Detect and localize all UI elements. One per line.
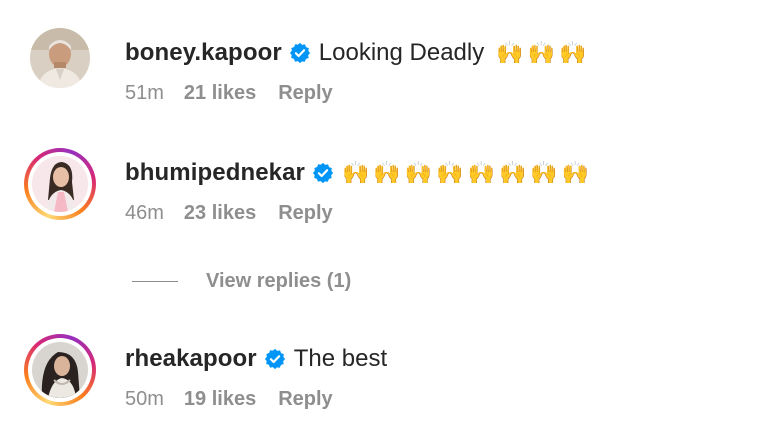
view-replies-button[interactable]: View replies (1) [132, 270, 351, 293]
comment-time[interactable]: 51m [125, 82, 164, 105]
comments-panel: boney.kapoor Looking Deadly 🙌🙌🙌 51m 21 l… [0, 0, 768, 432]
view-replies-divider [132, 281, 178, 282]
verified-badge-icon [264, 348, 285, 370]
comment-likes[interactable]: 19 likes [184, 388, 256, 411]
avatar-story-ring[interactable] [24, 148, 96, 220]
view-replies-label[interactable]: View replies (1) [206, 270, 351, 293]
reply-button[interactable]: Reply [278, 388, 332, 411]
avatar-photo [30, 28, 90, 88]
comment-likes[interactable]: 23 likes [184, 202, 256, 225]
reply-button[interactable]: Reply [278, 202, 332, 225]
comment-emojis: 🙌🙌🙌 [496, 40, 591, 65]
avatar [32, 156, 88, 212]
comment-time[interactable]: 46m [125, 202, 164, 225]
reply-button[interactable]: Reply [278, 82, 332, 105]
verified-badge-icon [289, 42, 310, 64]
avatar-story-ring[interactable] [24, 334, 96, 406]
avatar[interactable] [30, 28, 90, 88]
comment-text: Looking Deadly [318, 39, 485, 66]
avatar-photo [32, 156, 88, 212]
avatar [32, 342, 88, 398]
comment-likes[interactable]: 21 likes [184, 82, 256, 105]
comment-time[interactable]: 50m [125, 388, 164, 411]
comment-username[interactable]: boney.kapoor [125, 39, 282, 67]
verified-badge-icon [312, 162, 334, 184]
comment-username[interactable]: bhumipednekar [125, 159, 305, 187]
comment-emojis: 🙌🙌🙌🙌🙌🙌🙌🙌 [342, 160, 594, 185]
comment-username[interactable]: rheakapoor [125, 345, 257, 373]
avatar-photo [32, 342, 88, 398]
comment-text: The best [293, 345, 388, 372]
